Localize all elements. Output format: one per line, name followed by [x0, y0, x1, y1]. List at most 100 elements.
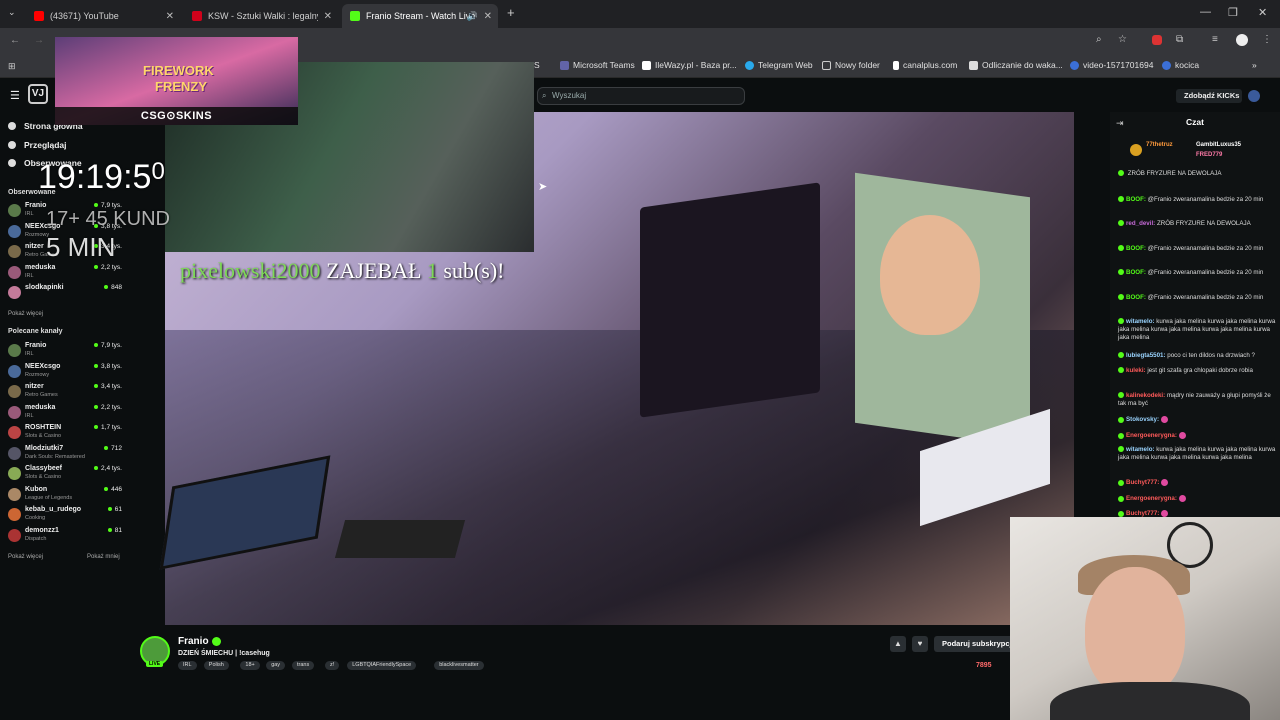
gift-sub-button[interactable]: Podaruj subskrypcję	[934, 636, 1014, 652]
channel-item[interactable]: nitzer Retro Games 3,4 tys.	[8, 383, 122, 402]
channel-item[interactable]: Classybeef Slots & Casino 2,4 tys.	[8, 465, 122, 484]
get-kicks-button[interactable]: Zdobądź KICKs	[1176, 89, 1242, 103]
channel-item[interactable]: kebab_u_rudego Cooking 61	[8, 506, 122, 525]
chat-username[interactable]: BOOF:	[1126, 269, 1146, 276]
tab-youtube[interactable]: (43671) YouTube ✕	[26, 4, 180, 28]
chat-badge-icon	[1118, 510, 1124, 517]
minimize-icon[interactable]: —	[1200, 6, 1211, 18]
bookmark-teams[interactable]: Microsoft Teams	[560, 60, 635, 70]
stream-tag[interactable]: blacklivesmatter	[434, 661, 484, 670]
channel-name: Classybeef	[25, 465, 62, 472]
heart-icon[interactable]: ♥	[912, 636, 928, 652]
chat-username[interactable]: kalinekodeki:	[1126, 392, 1165, 399]
live-dot-icon	[94, 425, 99, 429]
chat-username[interactable]: BOOF:	[1126, 245, 1146, 252]
chat-username[interactable]: BOOF:	[1126, 196, 1146, 203]
media-icon[interactable]: ≡	[1212, 34, 1218, 45]
tab-search-icon[interactable]: ⌄	[8, 7, 16, 18]
channel-item[interactable]: NEEXcsgo Rozmowy 3,8 tys.	[8, 363, 122, 382]
chat-username[interactable]: Buchyt777:	[1126, 479, 1159, 486]
more-bookmarks-icon[interactable]: »	[1252, 60, 1257, 70]
stream-tag[interactable]: z!	[325, 661, 340, 670]
close-icon[interactable]: ✕	[484, 11, 492, 22]
tab-label: (43671) YouTube	[50, 11, 119, 21]
channel-item[interactable]: Mlodziutki7 Dark Souls: Remastered 712	[8, 445, 122, 464]
chat-badge-icon	[1118, 220, 1124, 227]
chat-username[interactable]: Energoenerygna:	[1126, 432, 1177, 439]
extensions-puzzle-icon[interactable]: ⧉	[1176, 34, 1183, 45]
sub-alert-word: ZAJEBAŁ	[326, 258, 422, 283]
stream-tag[interactable]: Polish	[203, 661, 229, 670]
chat-message: BOOF: @Franio zweranamalina bedzie za 20…	[1118, 294, 1278, 302]
speaker-icon[interactable]: 🔊	[467, 11, 478, 22]
chat-message: kuleki: jest git szafa gra chlopaki dobr…	[1118, 367, 1278, 375]
close-icon[interactable]: ✕	[324, 11, 332, 22]
chat-message: Stokovsky:	[1118, 416, 1278, 424]
folder-icon	[822, 60, 831, 70]
bell-icon[interactable]: ▲	[890, 636, 906, 652]
menu-icon[interactable]: ⋮	[1262, 34, 1272, 45]
bookmark-kocica[interactable]: kocica	[1162, 60, 1199, 70]
viewer-count: 7895	[976, 662, 992, 669]
stream-tag[interactable]: gay	[266, 661, 286, 670]
extension-icon[interactable]	[1152, 35, 1162, 45]
chat-username[interactable]: red_devil:	[1126, 220, 1155, 227]
channel-item[interactable]: ROSHTEIN Slots & Casino 1,7 tys.	[8, 424, 122, 443]
recommended-show-less[interactable]: Pokaż mniej	[87, 554, 120, 560]
streamer-name[interactable]: Franio	[178, 636, 209, 647]
profile-avatar[interactable]	[1236, 34, 1248, 46]
recommended-show-more[interactable]: Pokaż więcej	[8, 554, 43, 560]
maximize-icon[interactable]: ❐	[1228, 6, 1238, 19]
streamer-shirt	[1050, 682, 1250, 720]
bookmark-partial[interactable]: S	[534, 60, 540, 70]
chat-username[interactable]: lubiegta5501:	[1126, 352, 1166, 359]
channel-category: Dark Souls: Remastered	[25, 453, 85, 460]
channel-item[interactable]: meduska IRL 2,2 tys.	[8, 404, 122, 423]
chat-username[interactable]: kuleki:	[1126, 367, 1146, 374]
channel-name: meduska	[25, 263, 56, 271]
apps-icon[interactable]: ⊞	[8, 61, 16, 72]
back-icon[interactable]: ←	[10, 35, 20, 46]
site-logo[interactable]: VJ	[28, 84, 48, 104]
chat-text: ZRÓB FRYZURE NA DEWOLAJA	[1156, 220, 1251, 227]
tab-franio[interactable]: Franio Stream - Watch Live 🔊 ✕	[342, 4, 498, 28]
followed-show-more[interactable]: Pokaż więcej	[8, 311, 43, 317]
chat-username[interactable]: Energoenerygna:	[1126, 495, 1177, 502]
forward-icon[interactable]: →	[34, 35, 44, 46]
channel-avatar	[8, 265, 21, 279]
stream-tag[interactable]: trans	[292, 661, 315, 670]
stream-tag[interactable]: 18+	[240, 661, 260, 670]
zoom-icon[interactable]: ⌕	[1096, 34, 1102, 45]
bookmark-odliczanie[interactable]: Odliczanie do waka...	[969, 60, 1063, 70]
nav-browse[interactable]: Przeglądaj	[8, 140, 67, 150]
bookmark-folder[interactable]: Nowy folder	[822, 60, 880, 70]
stream-tag[interactable]: LGBTQIAFriendlySpace	[347, 661, 417, 670]
heart-icon	[8, 159, 16, 167]
stream-tag[interactable]: IRL	[178, 661, 197, 670]
channel-item[interactable]: meduska IRL 2,2 tys.	[8, 264, 122, 283]
bookmark-ilewazy[interactable]: IleWazy.pl - Baza pr...	[642, 60, 737, 70]
tab-ksw[interactable]: KSW - Sztuki Walki : legalny buk ✕	[184, 4, 338, 28]
stream-timer: 19:19:50	[38, 158, 165, 196]
user-avatar[interactable]	[1248, 90, 1260, 102]
new-tab-icon[interactable]: +	[507, 5, 515, 20]
channel-item[interactable]: Kubon League of Legends 446	[8, 486, 122, 505]
hamburger-icon[interactable]: ☰	[10, 89, 20, 102]
chat-username[interactable]: BOOF:	[1126, 294, 1146, 301]
channel-item[interactable]: slodkapinki 848	[8, 284, 122, 303]
bookmark-video[interactable]: video-1571701694	[1070, 60, 1153, 70]
close-window-icon[interactable]: ✕	[1258, 6, 1267, 19]
chat-text: @Franio zweranamalina bedzie za 20 min	[1147, 196, 1264, 203]
bookmark-star-icon[interactable]: ☆	[1118, 34, 1127, 45]
bookmark-canalplus[interactable]: canalplus.com	[893, 60, 957, 70]
chat-badge-icon	[1118, 318, 1124, 325]
chat-username[interactable]: witamelo:	[1126, 446, 1155, 453]
chat-username[interactable]: Stokovsky:	[1126, 416, 1159, 423]
chat-badge-icon	[1118, 170, 1124, 177]
channel-item[interactable]: Franio IRL 7,9 tys.	[8, 342, 122, 361]
search-input[interactable]: ⌕ Wyszukaj	[537, 87, 745, 105]
chat-username[interactable]: witamelo:	[1126, 318, 1155, 325]
channel-item[interactable]: demonzz1 Dispatch 81	[8, 527, 122, 546]
close-icon[interactable]: ✕	[166, 11, 174, 22]
bookmark-telegram[interactable]: Telegram Web	[745, 60, 813, 70]
